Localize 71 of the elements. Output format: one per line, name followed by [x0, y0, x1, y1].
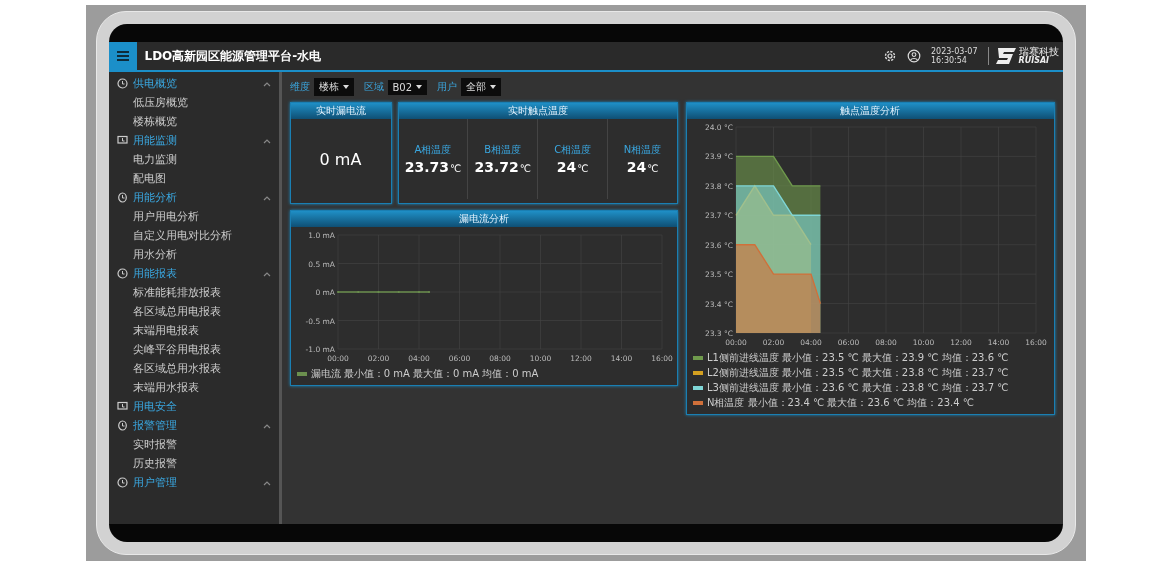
date-text: 2023-03-07	[931, 46, 978, 56]
sidebar-item[interactable]: 实时报警	[108, 435, 279, 454]
filter-dropdown[interactable]: B02	[387, 79, 428, 95]
sidebar-item[interactable]: 末端用电报表	[108, 321, 279, 340]
reading-value: 24℃	[626, 159, 659, 175]
sidebar-group[interactable]: 用能分析	[108, 188, 279, 207]
sidebar-item[interactable]: 各区域总用水报表	[108, 359, 279, 378]
filter-label: 区域	[363, 80, 384, 94]
caret-icon	[342, 85, 349, 89]
menu-button[interactable]	[108, 42, 137, 70]
legend-text: L2侧前进线温度 最小值：23.5 ℃ 最大值：23.8 ℃ 均值：23.7 ℃	[706, 366, 1009, 380]
panel-title: 实时漏电流	[290, 103, 391, 119]
menu-group-icon	[116, 420, 128, 431]
sidebar-item[interactable]: 低压房概览	[108, 93, 279, 112]
legend-text: L1侧前进线温度 最小值：23.5 ℃ 最大值：23.9 ℃ 均值：23.6 ℃	[706, 351, 1009, 365]
sidebar-group[interactable]: 用户管理	[108, 473, 279, 492]
menu-group-icon	[116, 135, 128, 146]
filter-dropdown[interactable]: 楼栋	[313, 78, 354, 96]
legend-text: 漏电流 最小值：0 mA 最大值：0 mA 均值：0 mA	[310, 367, 539, 381]
reading-label: B相温度	[484, 143, 522, 157]
legend-swatch-icon	[692, 401, 703, 405]
sidebar-group[interactable]: 用能监测	[108, 131, 279, 150]
caret-icon	[490, 85, 497, 89]
logo-name: 瑞赛科技	[1018, 46, 1059, 58]
legend-swatch-icon	[692, 356, 703, 360]
logo-wordmark: RUISAI	[1018, 57, 1050, 66]
leakage-value: 0 mA	[319, 149, 362, 169]
legend-text: N相温度 最小值：23.4 ℃ 最大值：23.6 ℃ 均值：23.4 ℃	[706, 396, 974, 410]
reading-value: 24℃	[556, 159, 589, 175]
panel-title: 漏电流分析	[290, 211, 677, 227]
panel-title: 触点温度分析	[686, 103, 1054, 119]
filter-label: 维度	[289, 80, 310, 94]
sidebar-group[interactable]: 用能报表	[108, 264, 279, 283]
menu-group-icon	[116, 477, 128, 488]
sidebar-item[interactable]: 末端用水报表	[108, 378, 279, 397]
sidebar-item[interactable]: 各区域总用电报表	[108, 302, 279, 321]
settings-icon[interactable]	[883, 49, 897, 63]
legend-text: L3侧前进线温度 最小值：23.6 ℃ 最大值：23.8 ℃ 均值：23.7 ℃	[706, 381, 1009, 395]
menu-group-icon	[116, 192, 128, 203]
sidebar-item[interactable]: 标准能耗排放报表	[108, 283, 279, 302]
legend-swatch-icon	[692, 371, 703, 375]
reading-label: C相温度	[554, 143, 592, 157]
menu-group-icon	[116, 78, 128, 89]
legend-swatch-icon	[692, 386, 703, 390]
app-title: LDO高新园区能源管理平台-水电	[144, 47, 322, 65]
sidebar-item[interactable]: 尖峰平谷用电报表	[108, 340, 279, 359]
sidebar-group[interactable]: 供电概览	[108, 74, 279, 93]
caret-icon	[416, 85, 423, 89]
menu-group-icon	[116, 268, 128, 279]
reading-label: A相温度	[414, 143, 452, 157]
reading-label: N相温度	[623, 143, 662, 157]
sidebar-group[interactable]: 报警管理	[108, 416, 279, 435]
sidebar-item[interactable]: 用水分析	[108, 245, 279, 264]
time-text: 16:30:54	[931, 56, 968, 66]
sidebar-item[interactable]: 用户用电分析	[108, 207, 279, 226]
reading-value: 23.73℃	[404, 159, 462, 175]
sidebar-item[interactable]: 自定义用电对比分析	[108, 226, 279, 245]
sidebar-group[interactable]: 用电安全	[108, 397, 279, 416]
sidebar-item[interactable]: 楼栋概览	[108, 112, 279, 131]
user-icon[interactable]	[907, 49, 921, 63]
filter-dropdown[interactable]: 全部	[461, 78, 502, 96]
sidebar-item[interactable]: 电力监测	[108, 150, 279, 169]
legend-swatch-icon	[296, 372, 307, 376]
filter-label: 用户	[437, 80, 458, 94]
reading-value: 23.72℃	[474, 159, 532, 175]
logo-icon	[994, 47, 1017, 65]
sidebar-item[interactable]: 历史报警	[108, 454, 279, 473]
menu-group-icon	[116, 401, 128, 412]
panel-title: 实时触点温度	[398, 103, 677, 119]
menu-icon	[115, 50, 130, 62]
sidebar-item[interactable]: 配电图	[108, 169, 279, 188]
